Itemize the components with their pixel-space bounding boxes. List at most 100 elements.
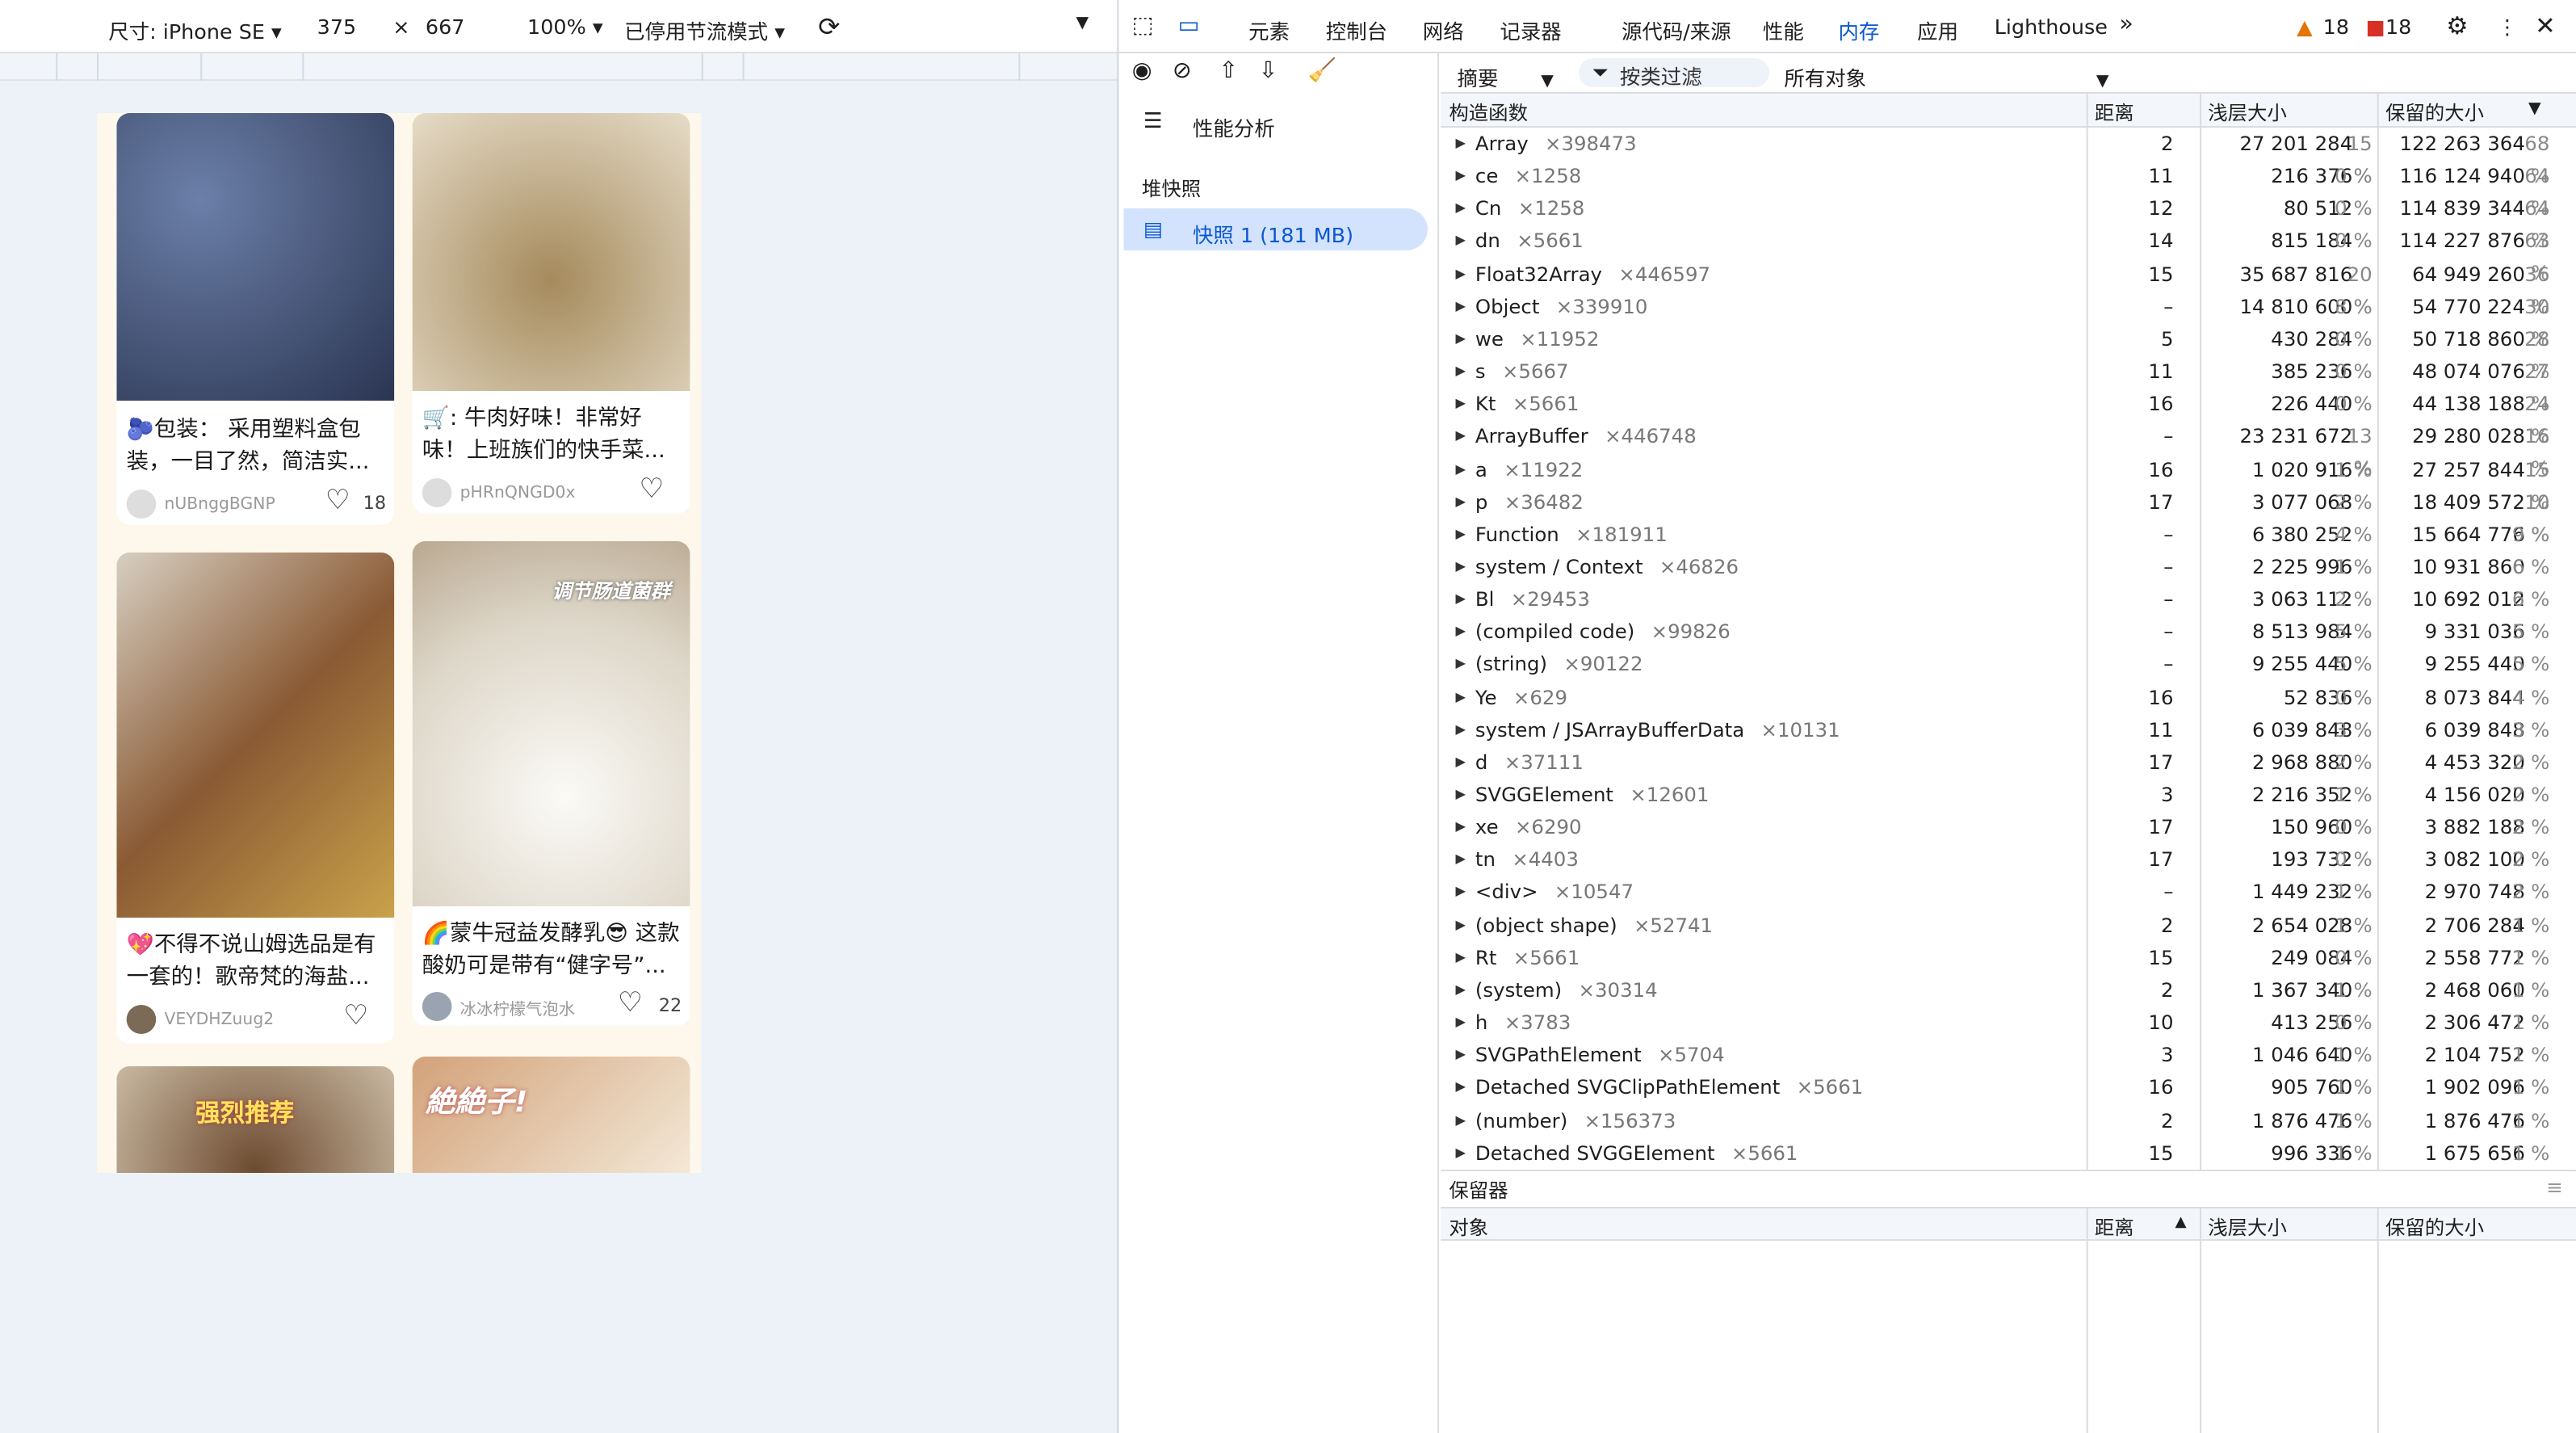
expand-triangle-icon[interactable]: ▶ — [1455, 160, 1466, 192]
tab-application[interactable]: 应用 — [1917, 15, 1958, 45]
col-object[interactable]: 对象 — [1449, 1213, 1488, 1241]
table-row[interactable]: ▶ Cn ×1258 12 80 512 0 % 114 839 344 64 % — [1441, 193, 2576, 253]
expand-triangle-icon[interactable]: ▶ — [1455, 355, 1466, 388]
expand-triangle-icon[interactable]: ▶ — [1455, 551, 1466, 583]
expand-triangle-icon[interactable]: ▶ — [1455, 942, 1466, 974]
table-row[interactable]: ▶ Object ×339910–14 810 600 8 % 54 770 224 30… — [1441, 291, 2576, 351]
expand-triangle-icon[interactable]: ▶ — [1455, 485, 1466, 518]
device-toggle-icon[interactable]: ▭ — [1178, 13, 1200, 39]
expand-triangle-icon[interactable]: ▶ — [1455, 583, 1466, 616]
table-row[interactable]: ▶ <div> ×10547–1 449 232 1 % 2 970 748 2 % — [1441, 876, 2576, 909]
expand-triangle-icon[interactable]: ▶ — [1455, 225, 1466, 258]
table-row[interactable]: ▶ p ×36482 17 3 077 068 2 % 18 409 572 10 % — [1441, 485, 2576, 545]
col-distance[interactable]: 距离 — [2095, 99, 2134, 126]
record-icon[interactable]: ◉ — [1132, 58, 1152, 84]
drag-handle-icon[interactable]: ≡ — [2546, 1176, 2562, 1199]
expand-triangle-icon[interactable]: ▶ — [1455, 1039, 1466, 1071]
heart-icon[interactable]: ♡ — [343, 1002, 368, 1031]
width-input[interactable]: 375 — [317, 15, 357, 39]
feed-card[interactable]: 🛒: 牛肉好味！非常好味！上班族们的快手菜... pHRnQNGD0x ♡ — [412, 113, 690, 514]
expand-triangle-icon[interactable]: ▶ — [1455, 519, 1466, 551]
expand-triangle-icon[interactable]: ▶ — [1455, 649, 1466, 681]
class-filter-input[interactable]: ⏷ 按类过滤 — [1579, 58, 1770, 89]
more-tabs-icon[interactable]: » — [2119, 11, 2133, 37]
settings-icon[interactable]: ⚙ — [2446, 11, 2468, 40]
table-row[interactable]: ▶ Detached SVGGElement ×5661 15 996 336 1 % 1 … — [1441, 1137, 2576, 1169]
view-select[interactable]: 摘要 ▼ — [1458, 61, 1554, 92]
expand-triangle-icon[interactable]: ▶ — [1455, 811, 1466, 843]
expand-triangle-icon[interactable]: ▶ — [1455, 1137, 1466, 1169]
upload-icon[interactable]: ⇧ — [1219, 58, 1238, 84]
expand-triangle-icon[interactable]: ▶ — [1455, 453, 1466, 485]
tab-recorder[interactable]: 记录器 — [1500, 15, 1561, 45]
table-row[interactable]: ▶ ArrayBuffer ×446748–23 231 672 13 % 29 280… — [1441, 421, 2576, 481]
heart-icon[interactable]: ♡ — [618, 990, 643, 1018]
col-shallow[interactable]: 浅层大小 — [2208, 99, 2287, 126]
tab-console[interactable]: 控制台 — [1326, 15, 1387, 45]
expand-triangle-icon[interactable]: ▶ — [1455, 746, 1466, 779]
feed-card[interactable]: 🫐包装： 采用塑料盒包装，一目了然，简洁实... nUBnggBGNP ♡ 18 — [116, 113, 395, 525]
expand-triangle-icon[interactable]: ▶ — [1455, 844, 1466, 876]
tab-performance[interactable]: 性能 — [1763, 15, 1804, 45]
tab-network[interactable]: 网络 — [1423, 15, 1464, 45]
phone-screen[interactable]: 🫐包装： 采用塑料盒包装，一目了然，简洁实... nUBnggBGNP ♡ 18… — [97, 113, 702, 1173]
more-options-icon[interactable]: ▼ — [1076, 15, 1089, 32]
table-row[interactable]: ▶ (compiled code) ×99826–8 513 984 5 % 9 331… — [1441, 616, 2576, 649]
tab-elements[interactable]: 元素 — [1248, 15, 1290, 45]
tab-lighthouse[interactable]: Lighthouse — [1995, 15, 2108, 39]
table-row[interactable]: ▶ Ye ×629 16 52 836 0 % 8 073 844 4 % — [1441, 681, 2576, 713]
col-distance[interactable]: 距离 — [2095, 1213, 2134, 1241]
zoom-select[interactable]: 100% ▾ — [527, 15, 603, 39]
feed-card[interactable]: 絶絶子! — [412, 1057, 690, 1173]
col-shallow[interactable]: 浅层大小 — [2208, 1213, 2287, 1241]
expand-triangle-icon[interactable]: ▶ — [1455, 323, 1466, 355]
expand-triangle-icon[interactable]: ▶ — [1455, 974, 1466, 1006]
heart-icon[interactable]: ♡ — [639, 476, 664, 504]
card-author[interactable]: pHRnQNGD0x — [422, 478, 576, 507]
throttle-select[interactable]: 已停用节流模式 ▾ — [624, 15, 785, 45]
table-row[interactable]: ▶ Float32Array ×446597 15 35 687 816 20 % 64 9… — [1441, 258, 2576, 317]
expand-triangle-icon[interactable]: ▶ — [1455, 909, 1466, 941]
profile-label[interactable]: 性能分析 — [1193, 111, 1275, 142]
close-icon[interactable]: ✕ — [2535, 11, 2556, 40]
table-row[interactable]: ▶ system / Context ×46826–2 225 996 1 % 10 9… — [1441, 551, 2576, 583]
col-retained[interactable]: 保留的大小 — [2385, 99, 2484, 126]
col-constructor[interactable]: 构造函数 — [1449, 99, 1528, 126]
table-row[interactable]: ▶ Detached SVGClipPathElement ×5661 16 905 7… — [1441, 1072, 2576, 1104]
table-row[interactable]: ▶ system / JSArrayBufferData ×10131 11 6 039… — [1441, 713, 2576, 746]
expand-triangle-icon[interactable]: ▶ — [1455, 388, 1466, 420]
feed-card[interactable]: 强烈推荐 — [116, 1066, 395, 1173]
table-row[interactable]: ▶ Kt ×5661 16 226 440 0 % 44 138 188 24 % — [1441, 388, 2576, 448]
table-row[interactable]: ▶ dn ×5661 14 815 184 0 % 114 227 876 63 % — [1441, 225, 2576, 285]
error-icon[interactable]: ■ — [2366, 15, 2385, 39]
table-row[interactable]: ▶ h ×3783 10 413 256 0 % 2 306 472 1 % — [1441, 1006, 2576, 1039]
col-retained[interactable]: 保留的大小 — [2385, 1213, 2484, 1241]
warning-icon[interactable]: ▲ — [2297, 15, 2313, 39]
card-author[interactable]: VEYDHZuug2 — [126, 1005, 274, 1034]
kebab-menu-icon[interactable]: ⋮ — [2497, 15, 2517, 39]
profile-settings-icon[interactable]: ☰ — [1143, 110, 1163, 134]
expand-triangle-icon[interactable]: ▶ — [1455, 258, 1466, 290]
table-row[interactable]: ▶ a ×11922 16 1 020 916 1 % 27 257 844 15 % — [1441, 453, 2576, 513]
rotate-icon[interactable]: ⟳ — [818, 11, 840, 42]
table-row[interactable]: ▶ s ×5667 11 385 236 0 % 48 074 076 27 % — [1441, 355, 2576, 415]
expand-triangle-icon[interactable]: ▶ — [1455, 876, 1466, 909]
heart-icon[interactable]: ♡ — [325, 487, 350, 515]
table-row[interactable]: ▶ (number) ×156373 2 1 876 476 1 % 1 876 476 1 … — [1441, 1104, 2576, 1137]
expand-triangle-icon[interactable]: ▶ — [1455, 1072, 1466, 1104]
table-row[interactable]: ▶ SVGGElement ×12601 3 2 216 352 1 % 4 156 020… — [1441, 779, 2576, 811]
clear-icon[interactable]: ⊘ — [1173, 58, 1192, 84]
table-row[interactable]: ▶ Bl ×29453–3 063 112 2 % 10 692 012 6 % — [1441, 583, 2576, 616]
expand-triangle-icon[interactable]: ▶ — [1455, 681, 1466, 713]
card-author[interactable]: nUBnggBGNP — [126, 490, 275, 519]
device-select[interactable]: 尺寸: iPhone SE ▾ — [108, 15, 282, 45]
expand-triangle-icon[interactable]: ▶ — [1455, 128, 1466, 160]
snapshot-item[interactable]: ▤ 快照 1 (181 MB) — [1123, 208, 1428, 250]
feed-card[interactable]: 调节肠道菌群 🌈蒙牛冠益发酵乳😎 这款酸奶可是带有“健字号”... 冰冰柠檬气泡… — [412, 541, 690, 1026]
expand-triangle-icon[interactable]: ▶ — [1455, 421, 1466, 453]
table-row[interactable]: ▶ tn ×4403 17 193 732 0 % 3 082 100 2 % — [1441, 844, 2576, 876]
feed-card[interactable]: 💖不得不说山姆选品是有一套的！歌帝梵的海盐... VEYDHZuug2 ♡ — [116, 553, 395, 1044]
table-row[interactable]: ▶ xe ×6290 17 150 960 0 % 3 882 188 2 % — [1441, 811, 2576, 843]
collect-garbage-icon[interactable]: 🧹 — [1308, 58, 1336, 84]
table-row[interactable]: ▶ Function ×181911–6 380 252 4 % 15 664 776 9… — [1441, 519, 2576, 551]
